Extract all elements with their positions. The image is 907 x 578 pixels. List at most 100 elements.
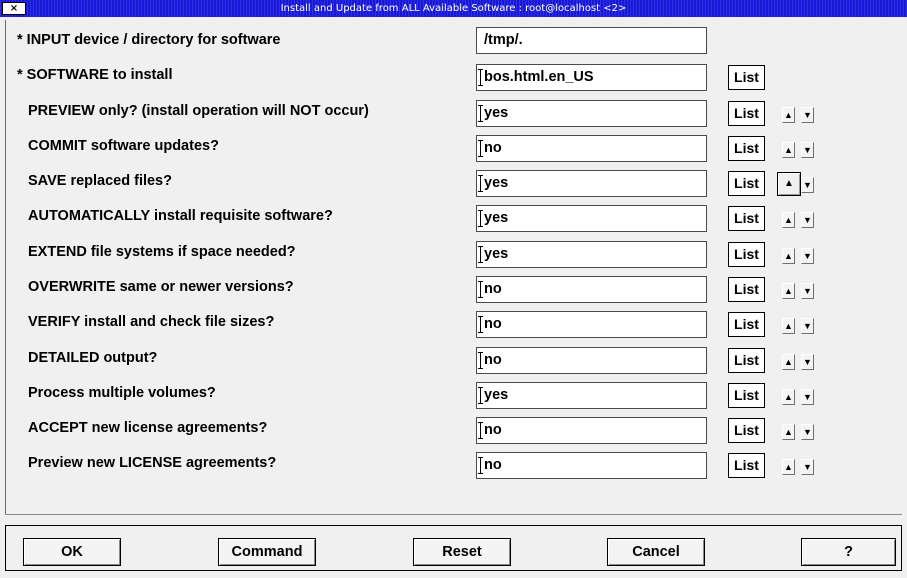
list-button[interactable]: List bbox=[728, 453, 765, 478]
form-row: PREVIEW only? (install operation will NO… bbox=[10, 96, 901, 127]
list-button[interactable]: List bbox=[728, 206, 765, 231]
arrow-up-icon[interactable]: ▲ bbox=[782, 283, 795, 299]
arrow-down-icon[interactable]: ▼ bbox=[801, 142, 814, 158]
field-label: * SOFTWARE to install bbox=[17, 67, 173, 83]
list-button[interactable]: List bbox=[728, 383, 765, 408]
field-label: PREVIEW only? (install operation will NO… bbox=[28, 103, 369, 119]
field-value: no bbox=[484, 281, 502, 297]
arrow-down-icon[interactable]: ▼ bbox=[801, 248, 814, 264]
smit-install-window: × Install and Update from ALL Available … bbox=[0, 0, 907, 578]
field-label: SAVE replaced files? bbox=[28, 173, 172, 189]
list-button[interactable]: List bbox=[728, 242, 765, 267]
list-button[interactable]: List bbox=[728, 348, 765, 373]
list-button[interactable]: List bbox=[728, 101, 765, 126]
form-row: * INPUT device / directory for software /… bbox=[10, 25, 901, 55]
field-label: ACCEPT new license agreements? bbox=[28, 420, 268, 436]
arrow-up-icon[interactable]: ▲ bbox=[782, 142, 795, 158]
arrow-down-icon[interactable]: ▼ bbox=[801, 283, 814, 299]
text-cursor-icon bbox=[478, 246, 483, 263]
arrow-up-icon[interactable]: ▲ bbox=[782, 389, 795, 405]
field-value: /tmp/. bbox=[484, 32, 523, 48]
value-field[interactable]: no bbox=[476, 417, 707, 444]
value-field[interactable]: no bbox=[476, 347, 707, 374]
field-value: no bbox=[484, 457, 502, 473]
field-value: bos.html.en_US bbox=[484, 69, 594, 85]
form-row: VERIFY install and check file sizes? no Li… bbox=[10, 307, 901, 338]
arrow-down-icon[interactable]: ▼ bbox=[801, 212, 814, 228]
arrow-down-icon[interactable]: ▼ bbox=[801, 107, 814, 123]
form-area: * INPUT device / directory for software /… bbox=[10, 25, 901, 520]
list-button[interactable]: List bbox=[728, 136, 765, 161]
arrow-up-icon[interactable]: ▲ bbox=[782, 318, 795, 334]
field-label: Preview new LICENSE agreements? bbox=[28, 455, 277, 471]
field-label: DETAILED output? bbox=[28, 350, 158, 366]
value-field[interactable]: no bbox=[476, 276, 707, 303]
form-row: DETAILED output? no List ▲ ▼ bbox=[10, 343, 901, 374]
field-label: AUTOMATICALLY install requisite software… bbox=[28, 208, 333, 224]
form-row: * SOFTWARE to install bos.html.en_US List bbox=[10, 60, 901, 91]
list-button[interactable]: List bbox=[728, 65, 765, 90]
arrow-up-icon[interactable]: ▲ bbox=[782, 459, 795, 475]
arrow-down-icon[interactable]: ▼ bbox=[801, 354, 814, 370]
form-row: AUTOMATICALLY install requisite software… bbox=[10, 201, 901, 232]
text-cursor-icon bbox=[478, 140, 483, 157]
arrow-up-icon[interactable]: ▲ bbox=[782, 248, 795, 264]
arrow-down-icon[interactable]: ▼ bbox=[801, 459, 814, 475]
text-cursor-icon bbox=[478, 210, 483, 227]
field-value: yes bbox=[484, 175, 509, 191]
text-cursor-icon bbox=[478, 281, 483, 298]
arrow-up-icon[interactable]: ▲ bbox=[777, 172, 801, 196]
command-button[interactable]: Command bbox=[218, 538, 316, 566]
list-button[interactable]: List bbox=[728, 312, 765, 337]
value-field[interactable]: bos.html.en_US bbox=[476, 64, 707, 91]
arrow-down-icon[interactable]: ▼ bbox=[801, 318, 814, 334]
field-value: no bbox=[484, 140, 502, 156]
text-cursor-icon bbox=[478, 387, 483, 404]
arrow-down-icon[interactable]: ▼ bbox=[801, 424, 814, 440]
ok-button[interactable]: OK bbox=[23, 538, 121, 566]
field-value: no bbox=[484, 316, 502, 332]
arrow-up-icon[interactable]: ▲ bbox=[782, 212, 795, 228]
value-field[interactable]: yes bbox=[476, 170, 707, 197]
arrow-up-icon[interactable]: ▲ bbox=[782, 107, 795, 123]
arrow-down-icon[interactable]: ▼ bbox=[801, 389, 814, 405]
left-border bbox=[5, 20, 6, 515]
text-cursor-icon bbox=[478, 105, 483, 122]
divider bbox=[5, 514, 902, 515]
value-field[interactable]: yes bbox=[476, 382, 707, 409]
list-button[interactable]: List bbox=[728, 171, 765, 196]
field-value: yes bbox=[484, 210, 509, 226]
text-cursor-icon bbox=[478, 69, 483, 86]
field-label: VERIFY install and check file sizes? bbox=[28, 314, 275, 330]
cancel-button[interactable]: Cancel bbox=[607, 538, 705, 566]
field-label: * INPUT device / directory for software bbox=[17, 32, 281, 48]
form-row: Preview new LICENSE agreements? no List ▲ ▼ bbox=[10, 448, 901, 479]
reset-button[interactable]: Reset bbox=[413, 538, 511, 566]
value-field[interactable]: no bbox=[476, 311, 707, 338]
list-button[interactable]: List bbox=[728, 277, 765, 302]
help-button[interactable]: ? bbox=[801, 538, 896, 566]
form-row: OVERWRITE same or newer versions? no List ▲… bbox=[10, 272, 901, 303]
value-field[interactable]: no bbox=[476, 452, 707, 479]
arrow-up-icon[interactable]: ▲ bbox=[782, 354, 795, 370]
arrow-down-icon[interactable]: ▼ bbox=[801, 177, 814, 193]
title-bar[interactable]: × Install and Update from ALL Available … bbox=[0, 0, 907, 17]
arrow-up-icon[interactable]: ▲ bbox=[782, 424, 795, 440]
value-field[interactable]: yes bbox=[476, 100, 707, 127]
window-title: Install and Update from ALL Available So… bbox=[280, 3, 627, 14]
field-label: EXTEND file systems if space needed? bbox=[28, 244, 296, 260]
value-field[interactable]: no bbox=[476, 135, 707, 162]
value-field[interactable]: /tmp/. bbox=[476, 27, 707, 54]
value-field[interactable]: yes bbox=[476, 205, 707, 232]
list-button[interactable]: List bbox=[728, 418, 765, 443]
field-value: no bbox=[484, 352, 502, 368]
form-row: Process multiple volumes? yes List ▲ ▼ bbox=[10, 378, 901, 409]
button-bar: OK Command Reset Cancel ? bbox=[5, 525, 902, 571]
field-label: Process multiple volumes? bbox=[28, 385, 216, 401]
value-field[interactable]: yes bbox=[476, 241, 707, 268]
field-value: yes bbox=[484, 246, 509, 262]
field-value: yes bbox=[484, 387, 509, 403]
field-value: no bbox=[484, 422, 502, 438]
field-label: COMMIT software updates? bbox=[28, 138, 219, 154]
text-cursor-icon bbox=[478, 175, 483, 192]
